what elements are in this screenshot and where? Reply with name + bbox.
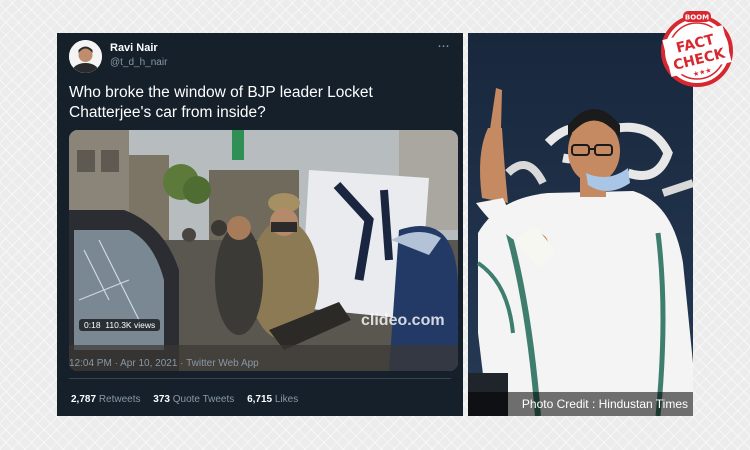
likes-stat[interactable]: 6,715 Likes — [247, 394, 298, 405]
view-count: 110.3K views — [105, 320, 156, 330]
fact-check-stamp: BOOM FACT CHECK ★★★ — [656, 8, 738, 90]
tweet-card: Ravi Nair @t_d_h_nair ··· Who broke the … — [57, 33, 463, 416]
tweet-video[interactable]: 0:18 110.3K views clideo.com — [69, 130, 458, 371]
quotes-label: Quote Tweets — [172, 394, 235, 405]
divider — [69, 378, 451, 379]
video-watermark: clideo.com — [361, 312, 445, 329]
user-handle[interactable]: @t_d_h_nair — [110, 57, 167, 68]
video-frame — [69, 130, 458, 371]
more-options-icon[interactable]: ··· — [437, 37, 450, 54]
display-name[interactable]: Ravi Nair — [110, 42, 158, 54]
news-photo: Photo Credit : Hindustan Times — [468, 33, 693, 416]
speaker-photo — [468, 33, 693, 416]
retweets-count: 2,787 — [71, 394, 97, 405]
video-duration-badge: 0:18 110.3K views — [79, 319, 161, 331]
retweets-label: Retweets — [98, 394, 141, 405]
stamp-top-text: BOOM — [685, 14, 709, 22]
likes-label: Likes — [274, 394, 299, 405]
tweet-text: Who broke the window of BJP leader Locke… — [69, 84, 373, 121]
likes-count: 6,715 — [247, 394, 273, 405]
video-time: 0:18 — [84, 320, 101, 330]
quote-tweets-stat[interactable]: 373 Quote Tweets — [153, 394, 234, 405]
avatar[interactable] — [69, 40, 102, 73]
avatar-photo — [69, 40, 102, 73]
quotes-count: 373 — [153, 394, 170, 405]
tweet-timestamp[interactable]: 12:04 PM · Apr 10, 2021 · Twitter Web Ap… — [69, 358, 259, 369]
photo-credit: Photo Credit : Hindustan Times — [468, 392, 693, 416]
tweet-stats: 2,787 Retweets 373 Quote Tweets 6,715 Li… — [71, 394, 308, 405]
retweets-stat[interactable]: 2,787 Retweets — [71, 394, 141, 405]
fact-check-logo: BOOM FACT CHECK ★★★ — [661, 11, 733, 87]
